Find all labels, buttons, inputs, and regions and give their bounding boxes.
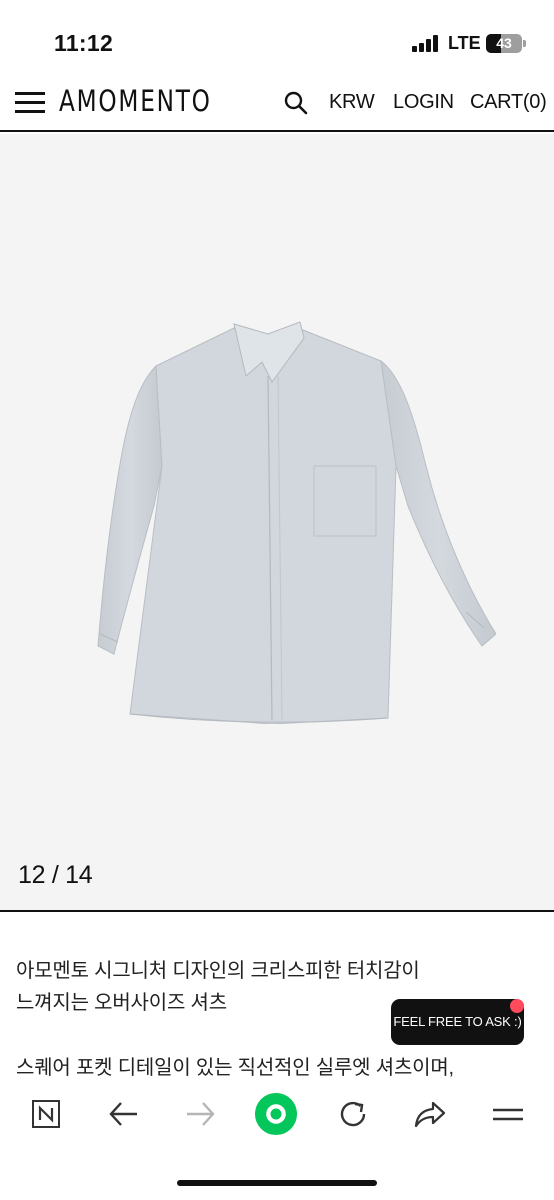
battery-icon: 43 bbox=[486, 34, 522, 53]
chat-ask-button[interactable]: FEEL FREE TO ASK :) bbox=[391, 999, 524, 1045]
share-icon[interactable] bbox=[408, 1092, 452, 1136]
site-logo[interactable]: AMOMENTO bbox=[59, 84, 212, 118]
chat-notification-dot bbox=[510, 999, 524, 1013]
menu-icon[interactable] bbox=[486, 1092, 530, 1136]
site-header: AMOMENTO KRW LOGIN CART(0) bbox=[0, 72, 554, 132]
network-label: LTE bbox=[448, 33, 481, 53]
search-icon[interactable] bbox=[283, 90, 309, 116]
forward-arrow-icon[interactable] bbox=[179, 1092, 223, 1136]
battery-level: 43 bbox=[496, 35, 512, 51]
home-indicator bbox=[177, 1180, 377, 1186]
green-home-icon[interactable] bbox=[254, 1092, 298, 1136]
login-link[interactable]: LOGIN bbox=[393, 91, 454, 114]
status-time: 11:12 bbox=[54, 30, 114, 56]
menu-hamburger-icon[interactable] bbox=[15, 92, 45, 113]
refresh-icon[interactable] bbox=[331, 1092, 375, 1136]
product-image bbox=[96, 316, 497, 725]
product-image-gallery[interactable]: 12 / 14 bbox=[0, 134, 554, 910]
back-arrow-icon[interactable] bbox=[101, 1092, 145, 1136]
signal-icon bbox=[412, 34, 438, 52]
browser-toolbar bbox=[0, 1078, 554, 1200]
currency-link[interactable]: KRW bbox=[329, 91, 375, 114]
description-line: 아모멘토 시그니처 디자인의 크리스피한 터치감이 bbox=[16, 960, 420, 982]
section-divider bbox=[0, 910, 554, 912]
image-counter: 12 / 14 bbox=[18, 861, 93, 889]
status-bar: 11:12 LTE 43 bbox=[0, 0, 554, 72]
cart-link[interactable]: CART(0) bbox=[470, 91, 547, 114]
naver-n-icon[interactable] bbox=[24, 1092, 68, 1136]
battery-tip bbox=[523, 40, 526, 47]
